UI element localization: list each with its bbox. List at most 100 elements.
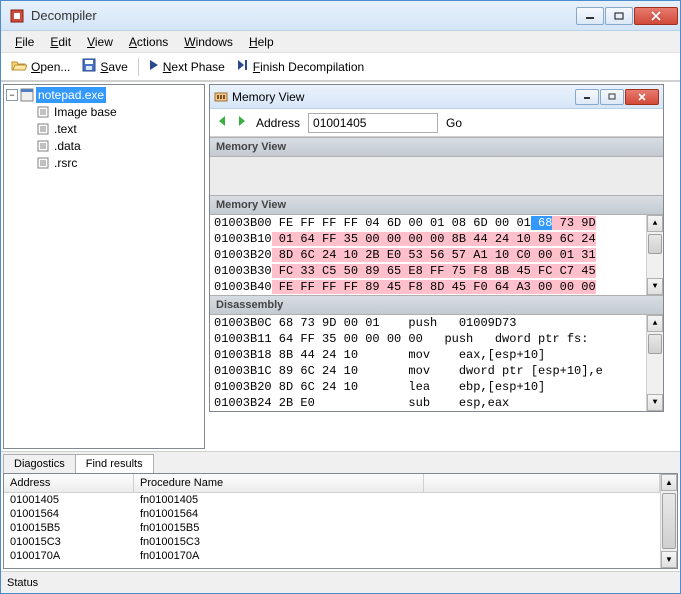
section-header-1: Memory View: [210, 137, 663, 157]
mv-maximize-button[interactable]: [600, 89, 624, 105]
window-buttons: [575, 7, 678, 25]
result-row[interactable]: 010015C3fn010015C3: [4, 535, 660, 549]
tree-label: Image base: [54, 105, 117, 119]
tree-item-root[interactable]: notepad.exe: [36, 87, 106, 103]
memory-view-blank: [210, 157, 663, 195]
save-button[interactable]: Save: [78, 56, 131, 77]
executable-icon: [20, 88, 34, 102]
disasm-row[interactable]: 01003B1C 89 6C 24 10 mov dword ptr [esp+…: [210, 363, 646, 379]
open-button[interactable]: Open...: [7, 56, 74, 77]
result-address: 01001405: [4, 494, 134, 506]
tab-diagnostics[interactable]: Diagostics: [3, 454, 76, 473]
scroll-down-button[interactable]: ▼: [647, 278, 663, 295]
col-spacer: [424, 474, 660, 492]
scroll-up-button[interactable]: ▲: [661, 474, 677, 491]
finish-label: Finish Decompilation: [253, 60, 364, 74]
result-address: 010015B5: [4, 522, 134, 534]
col-procedure[interactable]: Procedure Name: [134, 474, 424, 492]
result-row[interactable]: 01001405fn01001405: [4, 493, 660, 507]
scroll-up-button[interactable]: ▲: [647, 315, 663, 332]
next-phase-button[interactable]: Next Phase: [145, 57, 229, 76]
scroll-down-button[interactable]: ▼: [661, 551, 677, 568]
bottom-pane: Diagostics Find results Address Procedur…: [1, 451, 680, 571]
disasm-row[interactable]: 01003B20 8D 6C 24 10 lea ebp,[esp+10]: [210, 379, 646, 395]
tree-label: .text: [54, 122, 77, 136]
mv-close-button[interactable]: [625, 89, 659, 105]
menu-help[interactable]: Help: [241, 33, 282, 51]
section-icon: [36, 139, 50, 153]
tab-find-results[interactable]: Find results: [75, 454, 154, 473]
tree-root-row: − notepad.exe: [6, 87, 202, 103]
address-label: Address: [256, 116, 300, 130]
disassembly[interactable]: 01003B0C 68 73 9D 00 01 push 01009D73010…: [210, 315, 663, 411]
result-address: 01001564: [4, 508, 134, 520]
scrollbar-track[interactable]: [647, 332, 663, 394]
result-procedure: fn010015C3: [134, 536, 424, 548]
menu-view[interactable]: View: [79, 33, 121, 51]
hex-row[interactable]: 01003B40 FE FF FF FF 89 45 F8 8D 45 F0 6…: [210, 279, 646, 295]
result-address: 010015C3: [4, 536, 134, 548]
menu-edit[interactable]: Edit: [42, 33, 79, 51]
scrollbar-track[interactable]: [647, 232, 663, 278]
menu-windows[interactable]: Windows: [176, 33, 241, 51]
close-button[interactable]: [634, 7, 678, 25]
section-header-2: Memory View: [210, 195, 663, 215]
hex-row[interactable]: 01003B00 FE FF FF FF 04 6D 00 01 08 6D 0…: [210, 215, 646, 231]
titlebar[interactable]: Decompiler: [1, 1, 680, 31]
tree-item-text[interactable]: .text: [34, 121, 202, 137]
hex-scrollbar[interactable]: ▲ ▼: [646, 215, 663, 295]
result-row[interactable]: 010015B5fn010015B5: [4, 521, 660, 535]
scrollbar-track[interactable]: [661, 491, 677, 551]
open-label: Open...: [31, 60, 70, 74]
results-header: Address Procedure Name: [4, 474, 660, 493]
hex-row[interactable]: 01003B10 01 64 FF 35 00 00 00 00 8B 44 2…: [210, 231, 646, 247]
mv-minimize-button[interactable]: [575, 89, 599, 105]
hex-dump[interactable]: 01003B00 FE FF FF FF 04 6D 00 01 08 6D 0…: [210, 215, 663, 295]
tree-item-image-base[interactable]: Image base: [34, 104, 202, 120]
scrollbar-thumb[interactable]: [662, 493, 676, 549]
nav-back-button[interactable]: [216, 114, 228, 131]
window-title: Decompiler: [31, 8, 575, 23]
results-table[interactable]: Address Procedure Name 01001405fn0100140…: [4, 474, 660, 568]
address-input[interactable]: [308, 113, 438, 133]
result-row[interactable]: 01001564fn01001564: [4, 507, 660, 521]
tree-item-rsrc[interactable]: .rsrc: [34, 155, 202, 171]
tree-label: .rsrc: [54, 156, 77, 170]
play-icon: [149, 59, 159, 74]
nav-forward-button[interactable]: [236, 114, 248, 131]
expand-toggle[interactable]: −: [6, 89, 18, 101]
skip-icon: [237, 59, 249, 74]
finish-decompilation-button[interactable]: Finish Decompilation: [233, 57, 368, 76]
scroll-up-button[interactable]: ▲: [647, 215, 663, 232]
col-address[interactable]: Address: [4, 474, 134, 492]
maximize-button[interactable]: [605, 7, 633, 25]
statusbar: Status: [1, 571, 680, 593]
hex-row[interactable]: 01003B20 8D 6C 24 10 2B E0 53 56 57 A1 1…: [210, 247, 646, 263]
toolbar: Open... Save Next Phase Finish Decompila…: [1, 53, 680, 81]
disasm-row[interactable]: 01003B18 8B 44 24 10 mov eax,[esp+10]: [210, 347, 646, 363]
menu-actions[interactable]: Actions: [121, 33, 176, 51]
memory-view-titlebar[interactable]: Memory View: [210, 85, 663, 109]
result-procedure: fn01001405: [134, 494, 424, 506]
tree-pane[interactable]: − notepad.exe Image base .text .data .rs…: [3, 84, 205, 449]
disasm-row[interactable]: 01003B0C 68 73 9D 00 01 push 01009D73: [210, 315, 646, 331]
results-scrollbar[interactable]: ▲ ▼: [660, 474, 677, 568]
hex-row[interactable]: 01003B30 FC 33 C5 50 89 65 E8 FF 75 F8 8…: [210, 263, 646, 279]
memory-view-window[interactable]: Memory View Address Go Memory View Memor…: [209, 84, 664, 412]
next-phase-label: Next Phase: [163, 60, 225, 74]
scroll-down-button[interactable]: ▼: [647, 394, 663, 411]
go-button[interactable]: Go: [446, 116, 462, 130]
disasm-row[interactable]: 01003B11 64 FF 35 00 00 00 00 push dword…: [210, 331, 646, 347]
scrollbar-thumb[interactable]: [648, 334, 662, 354]
disasm-scrollbar[interactable]: ▲ ▼: [646, 315, 663, 411]
tree-item-data[interactable]: .data: [34, 138, 202, 154]
menubar: File Edit View Actions Windows Help: [1, 31, 680, 53]
result-row[interactable]: 0100170Afn0100170A: [4, 549, 660, 563]
minimize-button[interactable]: [576, 7, 604, 25]
content-area: − notepad.exe Image base .text .data .rs…: [1, 81, 680, 451]
disasm-row[interactable]: 01003B24 2B E0 sub esp,eax: [210, 395, 646, 411]
tree-label: .data: [54, 139, 81, 153]
scrollbar-thumb[interactable]: [648, 234, 662, 254]
bottom-tabs: Diagostics Find results: [1, 452, 680, 473]
menu-file[interactable]: File: [7, 33, 42, 51]
